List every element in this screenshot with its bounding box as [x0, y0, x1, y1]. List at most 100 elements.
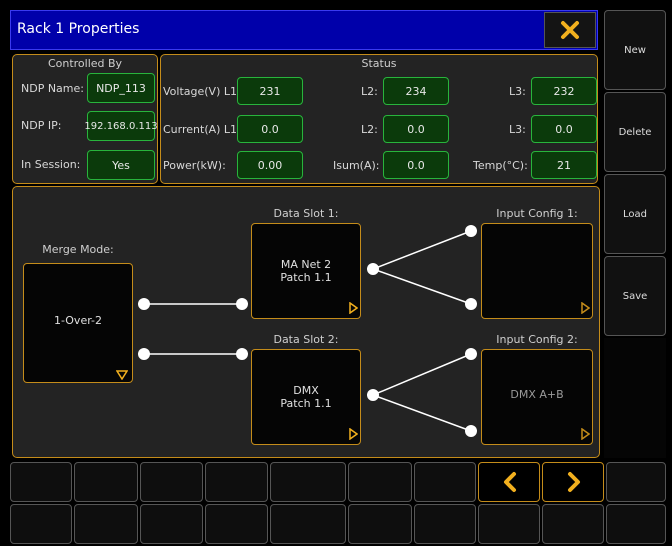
merge-mode-button[interactable]: 1-Over-2: [23, 263, 133, 383]
corner-triangle-icon: [581, 302, 590, 314]
load-button-label: Load: [623, 209, 647, 220]
data-slot-1-button[interactable]: MA Net 2 Patch 1.1: [251, 223, 361, 319]
grid-cell[interactable]: [414, 462, 476, 502]
slot1-to-input1b-line: [372, 268, 472, 305]
slot1-to-input1-line: [372, 230, 472, 270]
grid-cell[interactable]: [478, 504, 540, 544]
grid-cell[interactable]: [205, 504, 268, 544]
isum-field[interactable]: 0.0: [383, 151, 449, 179]
new-button-label: New: [624, 45, 646, 56]
grid-cell[interactable]: [140, 504, 203, 544]
temp-value: 21: [557, 158, 571, 172]
slot2-to-input2b-line: [372, 394, 472, 432]
input1-dot-b: [465, 298, 477, 310]
merge-mode-label: Merge Mode:: [42, 243, 114, 256]
grid-cell[interactable]: [542, 504, 604, 544]
data-slot-2-line2: Patch 1.1: [280, 397, 332, 410]
voltage-l2-value: 234: [405, 84, 427, 98]
data-slot-1-line1: MA Net 2: [280, 258, 332, 271]
data-slot-2-line1: DMX: [293, 384, 319, 397]
data-slot-2-button[interactable]: DMX Patch 1.1: [251, 349, 361, 445]
current-l3-label: L3:: [509, 123, 526, 136]
slot2-in-dot: [236, 348, 248, 360]
routing-panel: Merge Mode: 1-Over-2 Data Slot 1: MA Net…: [12, 186, 600, 458]
chevron-left-icon: [504, 472, 516, 492]
voltage-l3-field[interactable]: 232: [531, 77, 597, 105]
load-button[interactable]: Load: [604, 174, 666, 254]
current-l3-value: 0.0: [555, 122, 573, 136]
grid-cell[interactable]: [606, 504, 666, 544]
merge-mode-value: 1-Over-2: [54, 314, 102, 327]
grid-cell[interactable]: [348, 462, 412, 502]
current-l2-field[interactable]: 0.0: [383, 115, 449, 143]
input1-dot-a: [465, 225, 477, 237]
status-panel: Status Voltage(V) L1: 231 L2: 234 L3: 23…: [160, 54, 598, 184]
input-config-2-label: Input Config 2:: [496, 333, 578, 346]
title-bar: Rack 1 Properties: [10, 10, 598, 50]
power-value: 0.00: [257, 158, 283, 172]
controlled-by-panel: Controlled By NDP Name: NDP_113 NDP IP: …: [12, 54, 158, 184]
merge-out1-dot: [138, 298, 150, 310]
input-config-1-button[interactable]: [481, 223, 593, 319]
slot1-out-dot: [367, 263, 379, 275]
in-session-label: In Session:: [21, 158, 81, 171]
isum-label: Isum(A):: [333, 159, 380, 172]
voltage-l1-value: 231: [259, 84, 281, 98]
grid-cell[interactable]: [270, 504, 346, 544]
grid-cell[interactable]: [270, 462, 346, 502]
chevron-right-icon: [568, 472, 580, 492]
ndp-ip-field[interactable]: 192.168.0.113: [84, 111, 158, 141]
in-session-value: Yes: [112, 158, 130, 172]
data-slot-2-label: Data Slot 2:: [273, 333, 339, 346]
temp-field[interactable]: 21: [531, 151, 597, 179]
current-l1-field[interactable]: 0.0: [237, 115, 303, 143]
grid-cell[interactable]: [606, 462, 666, 502]
grid-cell[interactable]: [10, 504, 72, 544]
in-session-field[interactable]: Yes: [87, 150, 155, 180]
data-slot-1-label: Data Slot 1:: [273, 207, 339, 220]
current-l2-value: 0.0: [407, 122, 425, 136]
grid-cell[interactable]: [74, 462, 138, 502]
window-title: Rack 1 Properties: [17, 21, 140, 37]
status-title: Status: [361, 57, 397, 70]
grid-cell[interactable]: [348, 504, 412, 544]
ndp-name-value: NDP_113: [96, 81, 146, 95]
ndp-name-field[interactable]: NDP_113: [87, 73, 155, 103]
slot2-to-input2-line: [372, 353, 472, 396]
grid-cell[interactable]: [414, 504, 476, 544]
side-empty-area: [604, 338, 666, 458]
save-button-label: Save: [622, 291, 648, 302]
input-config-2-value: DMX A+B: [510, 388, 564, 401]
slot2-out-dot: [367, 389, 379, 401]
current-l1-value: 0.0: [261, 122, 279, 136]
ndp-ip-value: 192.168.0.113: [84, 120, 158, 132]
dropdown-triangle-icon: [116, 370, 128, 380]
voltage-l1-field[interactable]: 231: [237, 77, 303, 105]
voltage-l3-value: 232: [553, 84, 575, 98]
voltage-l2-field[interactable]: 234: [383, 77, 449, 105]
input-config-1-label: Input Config 1:: [496, 207, 578, 220]
corner-triangle-icon: [349, 428, 358, 440]
delete-button[interactable]: Delete: [604, 92, 666, 172]
grid-cell[interactable]: [140, 462, 203, 502]
close-icon: [561, 21, 579, 39]
next-page-button[interactable]: [542, 462, 604, 502]
input2-dot-b: [465, 425, 477, 437]
power-field[interactable]: 0.00: [237, 151, 303, 179]
save-button[interactable]: Save: [604, 256, 666, 336]
grid-cell[interactable]: [10, 462, 72, 502]
data-slot-1-line2: Patch 1.1: [280, 271, 332, 284]
grid-cell[interactable]: [74, 504, 138, 544]
voltage-label: Voltage(V) L1:: [163, 85, 241, 98]
ndp-name-label: NDP Name:: [21, 82, 84, 95]
corner-triangle-icon: [581, 428, 590, 440]
close-button[interactable]: [544, 12, 596, 48]
input-config-2-button[interactable]: DMX A+B: [481, 349, 593, 445]
new-button[interactable]: New: [604, 10, 666, 90]
merge-out2-dot: [138, 348, 150, 360]
voltage-l2-label: L2:: [361, 85, 378, 98]
grid-cell[interactable]: [205, 462, 268, 502]
delete-button-label: Delete: [618, 127, 652, 138]
previous-page-button[interactable]: [478, 462, 540, 502]
current-l3-field[interactable]: 0.0: [531, 115, 597, 143]
